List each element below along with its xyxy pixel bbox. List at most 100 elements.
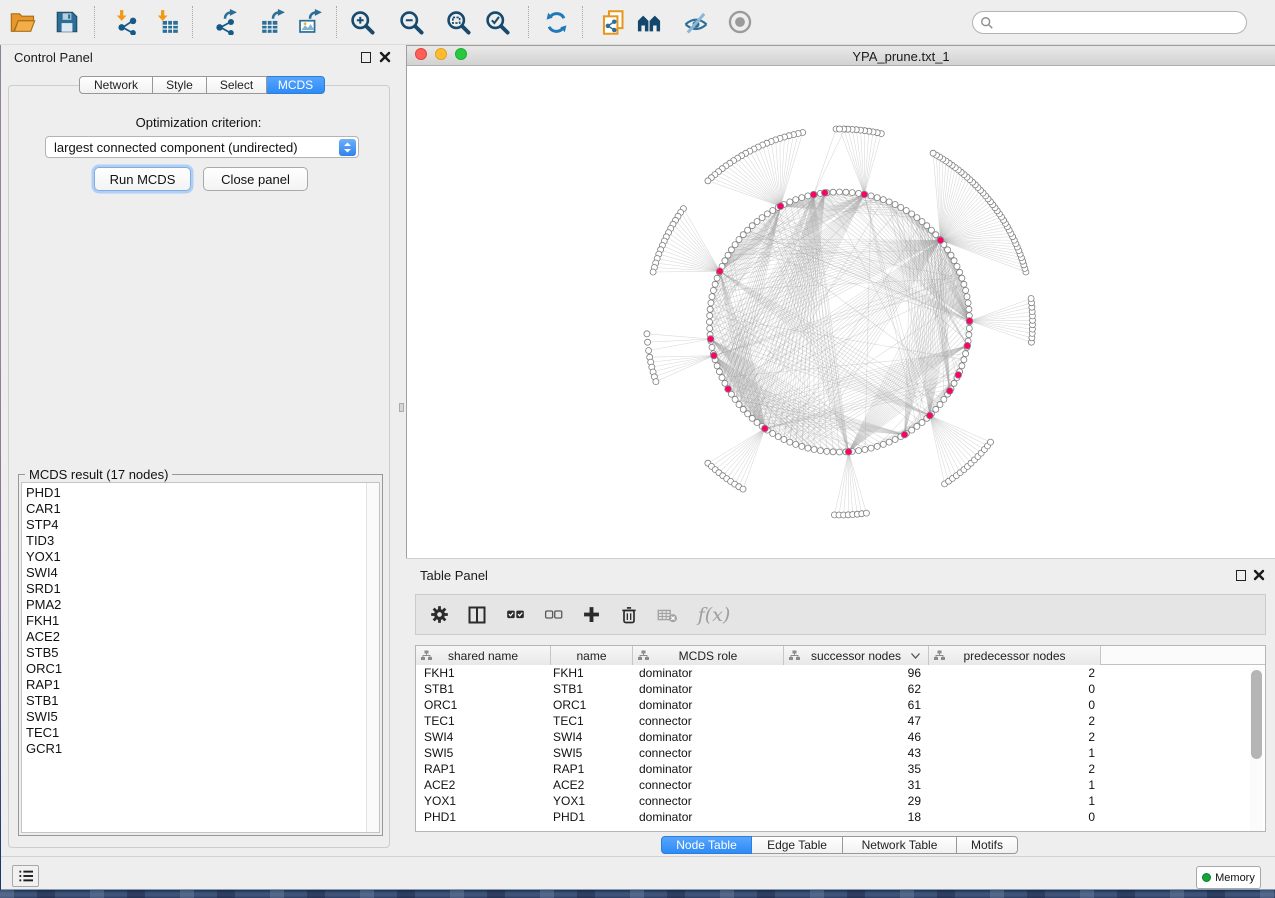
tab-node-table[interactable]: Node Table: [661, 836, 752, 854]
table-row[interactable]: YOX1YOX1connector291: [416, 793, 1265, 809]
mcds-result-item[interactable]: STB1: [22, 693, 379, 709]
table-panel-close-icon[interactable]: [1253, 569, 1265, 581]
mcds-result-item[interactable]: ACE2: [22, 629, 379, 645]
export-network-icon[interactable]: [210, 7, 240, 37]
node-table-header: shared namenameMCDS rolesuccessor nodesp…: [416, 646, 1265, 665]
criterion-value: largest connected component (undirected): [54, 140, 298, 155]
save-session-icon[interactable]: [52, 7, 82, 37]
task-history-button[interactable]: [12, 865, 39, 887]
add-column-icon[interactable]: [580, 604, 602, 626]
node-table-rows: FKH1FKH1dominator962STB1STB1dominator620…: [416, 665, 1265, 825]
close-panel-button[interactable]: Close panel: [203, 167, 308, 191]
zoom-fit-icon[interactable]: [443, 7, 473, 37]
tab-network-table[interactable]: Network Table: [843, 836, 957, 854]
mcds-result-item[interactable]: YOX1: [22, 549, 379, 565]
table-panel: Table Panel: [406, 558, 1275, 856]
tab-select[interactable]: Select: [207, 76, 267, 94]
search-input[interactable]: [972, 11, 1247, 34]
mcds-result-item[interactable]: SWI4: [22, 565, 379, 581]
table-settings-gear-icon[interactable]: [428, 604, 450, 626]
search-icon: [980, 16, 994, 30]
first-neighbors-icon[interactable]: [634, 7, 664, 37]
column-header-MCDS-role[interactable]: MCDS role: [633, 646, 784, 665]
mcds-result-item[interactable]: FKH1: [22, 613, 379, 629]
memory-status-dot: [1202, 873, 1211, 882]
import-network-icon[interactable]: [111, 7, 141, 37]
open-file-icon[interactable]: [8, 7, 38, 37]
table-row[interactable]: ORC1ORC1dominator610: [416, 697, 1265, 713]
control-panel-title: Control Panel: [14, 50, 93, 65]
memory-label: Memory: [1215, 872, 1255, 884]
copy-network-icon[interactable]: [598, 7, 628, 37]
mcds-result-item[interactable]: PMA2: [22, 597, 379, 613]
table-row[interactable]: TEC1TEC1connector472: [416, 713, 1265, 729]
network-canvas[interactable]: [407, 67, 1275, 558]
mcds-result-item[interactable]: ORC1: [22, 661, 379, 677]
zoom-in-icon[interactable]: [347, 7, 377, 37]
zoom-selected-icon[interactable]: [482, 7, 512, 37]
table-scrollbar-thumb[interactable]: [1251, 670, 1262, 759]
table-row[interactable]: ACE2ACE2connector311: [416, 777, 1265, 793]
column-header-name[interactable]: name: [551, 646, 633, 665]
refresh-icon[interactable]: [541, 7, 571, 37]
zoom-out-icon[interactable]: [396, 7, 426, 37]
mcds-result-item[interactable]: PHD1: [22, 485, 379, 501]
table-panel-title: Table Panel: [420, 568, 488, 583]
export-image-icon[interactable]: [295, 7, 325, 37]
mcds-result-item[interactable]: TID3: [22, 533, 379, 549]
column-type-icon: [789, 650, 800, 661]
control-panel-float-icon[interactable]: [361, 52, 371, 63]
network-window-titlebar[interactable]: YPA_prune.txt_1: [407, 46, 1275, 66]
table-row[interactable]: RAP1RAP1dominator352: [416, 761, 1265, 777]
table-scrollbar[interactable]: [1250, 667, 1263, 831]
table-row[interactable]: SWI5SWI5connector431: [416, 745, 1265, 761]
deselect-all-icon[interactable]: [542, 604, 564, 626]
hide-selected-eye-icon[interactable]: [681, 7, 711, 37]
network-window-title: YPA_prune.txt_1: [407, 49, 1275, 64]
delete-table-icon[interactable]: [656, 604, 678, 626]
select-stepper-icon: [339, 139, 356, 156]
run-mcds-button[interactable]: Run MCDS: [94, 167, 191, 191]
tab-edge-table[interactable]: Edge Table: [752, 836, 843, 854]
mcds-result-item[interactable]: GCR1: [22, 741, 379, 757]
table-row[interactable]: SWI4SWI4dominator462: [416, 729, 1265, 745]
show-columns-icon[interactable]: [466, 604, 488, 626]
network-view-window: YPA_prune.txt_1: [406, 45, 1275, 558]
export-table-icon[interactable]: [258, 7, 288, 37]
task-list-icon: [18, 869, 34, 883]
delete-column-trash-icon[interactable]: [618, 604, 640, 626]
status-bar: Memory: [0, 856, 1275, 890]
table-toolbar: f(x): [415, 594, 1266, 635]
table-row[interactable]: FKH1FKH1dominator962: [416, 665, 1265, 681]
criterion-select[interactable]: largest connected component (undirected): [45, 136, 359, 158]
tab-mcds[interactable]: MCDS: [267, 76, 325, 94]
desktop-wallpaper-strip: [0, 890, 1275, 898]
mcds-result-item[interactable]: SRD1: [22, 581, 379, 597]
tab-motifs[interactable]: Motifs: [957, 836, 1018, 854]
table-row[interactable]: PHD1PHD1dominator180: [416, 809, 1265, 825]
panel-splitter-handle[interactable]: [399, 403, 404, 412]
table-row[interactable]: STB1STB1dominator620: [416, 681, 1265, 697]
select-all-icon[interactable]: [504, 604, 526, 626]
mcds-result-item[interactable]: RAP1: [22, 677, 379, 693]
mcds-result-item[interactable]: STB5: [22, 645, 379, 661]
tab-style[interactable]: Style: [153, 76, 207, 94]
optimization-criterion-label: Optimization criterion:: [1, 115, 396, 130]
mcds-list-scrollbar[interactable]: [366, 483, 379, 832]
mcds-result-item[interactable]: SWI5: [22, 709, 379, 725]
mcds-result-item[interactable]: CAR1: [22, 501, 379, 517]
mcds-result-item[interactable]: TEC1: [22, 725, 379, 741]
import-table-icon[interactable]: [152, 7, 182, 37]
memory-button[interactable]: Memory: [1196, 866, 1261, 889]
column-header-predecessor-nodes[interactable]: predecessor nodes: [929, 646, 1101, 665]
column-header-successor-nodes[interactable]: successor nodes: [784, 646, 929, 665]
control-panel-close-icon[interactable]: [379, 51, 391, 63]
column-header-shared-name[interactable]: shared name: [416, 646, 551, 665]
mcds-result-list[interactable]: PHD1CAR1STP4TID3YOX1SWI4SRD1PMA2FKH1ACE2…: [21, 482, 380, 833]
show-all-eye-icon[interactable]: [725, 7, 755, 37]
tab-network[interactable]: Network: [79, 76, 153, 94]
table-panel-float-icon[interactable]: [1236, 570, 1246, 581]
function-builder-icon[interactable]: f(x): [694, 604, 734, 626]
column-type-icon: [421, 650, 432, 661]
mcds-result-item[interactable]: STP4: [22, 517, 379, 533]
